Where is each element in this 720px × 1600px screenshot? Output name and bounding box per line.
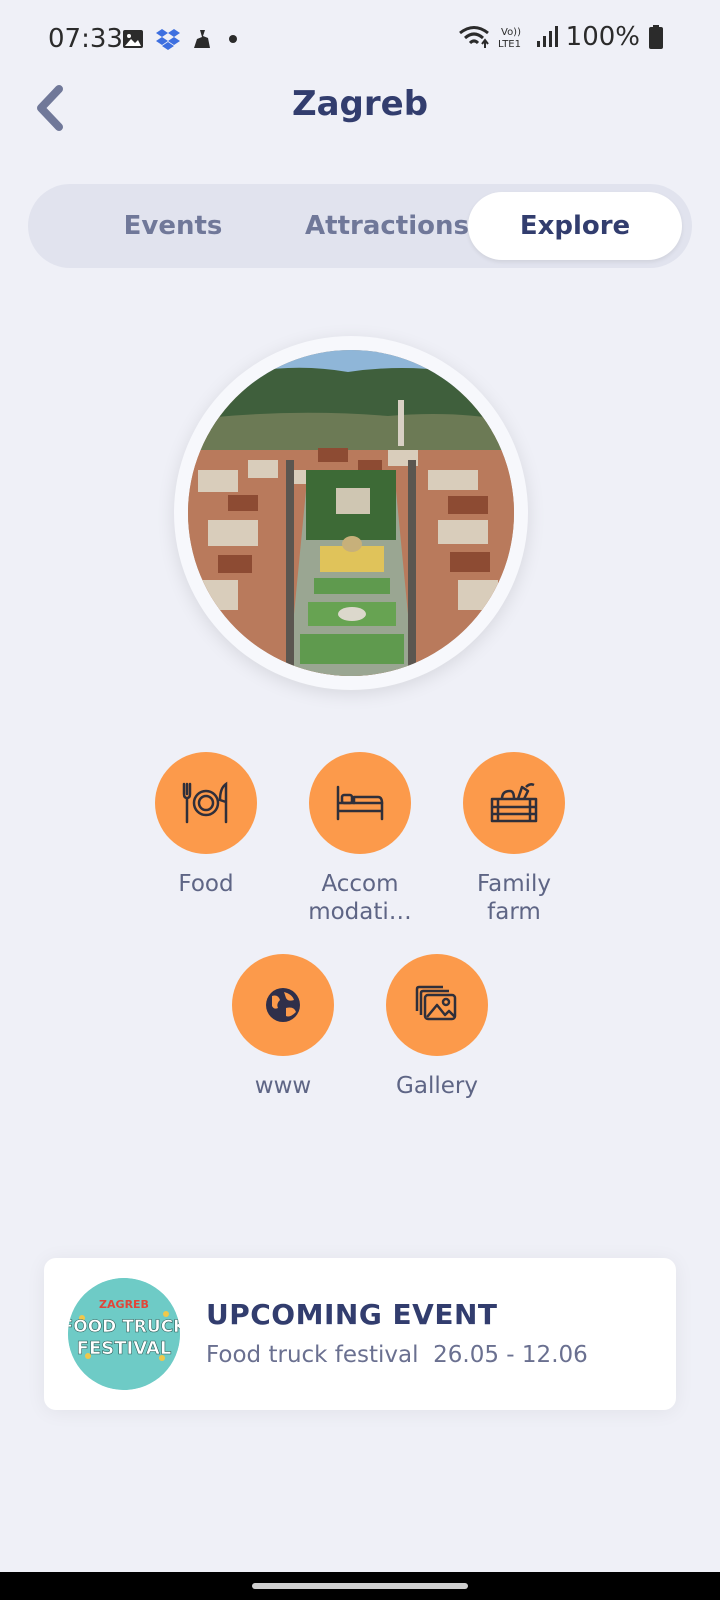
event-logo-text-3: FESTIVAL (77, 1338, 172, 1359)
category-accommodation-button[interactable] (309, 752, 411, 854)
globe-icon (266, 988, 300, 1022)
event-heading: UPCOMING EVENT (206, 1298, 498, 1331)
category-www-label: www (254, 1073, 312, 1099)
battery-percent: 100% (565, 22, 640, 52)
gallery-icon (415, 985, 457, 1021)
wifi-icon (458, 26, 489, 48)
category-www-button[interactable] (232, 954, 334, 1056)
tab-bar: Events Attractions Explore (28, 184, 692, 268)
page-title: Zagreb (291, 84, 429, 124)
produce-crate-icon (490, 783, 538, 823)
city-image-frame (174, 336, 528, 690)
app-icon (194, 30, 210, 48)
bed-icon (336, 785, 384, 821)
category-accommodation-label: Accom modati… (308, 871, 412, 925)
category-www[interactable]: www (213, 954, 353, 1100)
status-time: 07:33 (48, 24, 123, 54)
signal-icon (536, 26, 558, 47)
dropbox-icon (156, 29, 180, 50)
event-logo-text-2: FOOD TRUCK (68, 1317, 180, 1337)
tab-events[interactable]: Events (66, 192, 280, 260)
category-gallery[interactable]: Gallery (367, 954, 507, 1100)
category-accommodation[interactable]: Accom modati… (290, 752, 430, 926)
notification-icons (122, 28, 242, 50)
category-family-farm-button[interactable] (463, 752, 565, 854)
status-right: Vo)) LTE1 100% (458, 22, 664, 52)
home-gesture-handle[interactable] (252, 1583, 468, 1589)
category-food[interactable]: Food (136, 752, 276, 898)
category-food-label: Food (178, 871, 234, 897)
category-gallery-button[interactable] (386, 954, 488, 1056)
event-name: Food truck festival (206, 1342, 419, 1368)
upcoming-event-card[interactable]: ZAGREB FOOD TRUCK FESTIVAL UPCOMING EVEN… (44, 1258, 676, 1410)
battery-icon (649, 25, 663, 49)
svg-text:LTE1: LTE1 (498, 39, 521, 50)
tab-explore[interactable]: Explore (468, 192, 682, 260)
volte-icon: Vo))LTE1 (498, 27, 521, 50)
category-gallery-label: Gallery (396, 1073, 478, 1099)
event-logo: ZAGREB FOOD TRUCK FESTIVAL (68, 1278, 180, 1390)
category-food-button[interactable] (155, 752, 257, 854)
event-logo-text-1: ZAGREB (99, 1298, 149, 1311)
tab-attractions[interactable]: Attractions (280, 192, 494, 260)
svg-text:Vo)): Vo)) (501, 27, 521, 38)
image-icon (123, 30, 143, 48)
city-image (188, 350, 514, 676)
status-bar: 07:33 Vo)) LTE1 100% (0, 0, 720, 80)
event-details: Food truck festival 26.05 - 12.06 (206, 1342, 588, 1368)
event-dates: 26.05 - 12.06 (433, 1342, 588, 1368)
category-family-farm[interactable]: Family farm (444, 752, 584, 926)
plate-cutlery-icon (182, 781, 228, 824)
dot-icon (229, 35, 237, 43)
category-family-farm-label: Family farm (476, 871, 551, 925)
